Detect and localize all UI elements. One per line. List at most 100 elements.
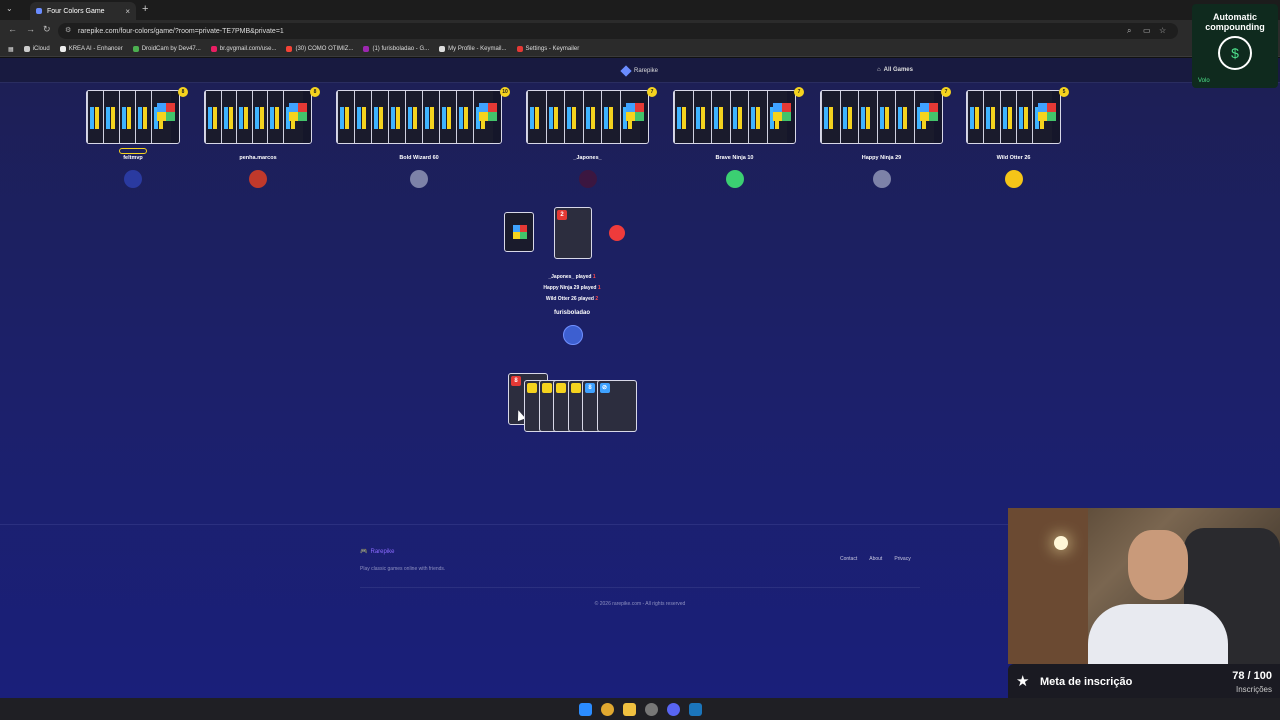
opponent-hand bbox=[820, 90, 943, 144]
wild-card-icon bbox=[479, 103, 497, 121]
url-text: rarepike.com/four-colors/game/?room=priv… bbox=[78, 27, 284, 35]
site-navbar: Rarepike ⌂ All Games bbox=[0, 58, 1280, 83]
footer-link-contact[interactable]: Contact bbox=[840, 556, 857, 562]
card-corner bbox=[556, 383, 566, 393]
card-corner bbox=[541, 383, 552, 393]
bookmark-icon bbox=[210, 46, 217, 52]
card-corner: 8 bbox=[511, 376, 521, 386]
draw-pile[interactable] bbox=[504, 212, 534, 252]
reload-icon[interactable]: ↻ bbox=[43, 24, 51, 35]
hand-card[interactable]: ⊘ bbox=[596, 380, 637, 432]
zoom-icon[interactable]: ⌕ bbox=[1127, 26, 1131, 36]
chrome-icon[interactable] bbox=[600, 702, 614, 716]
wild-card-icon bbox=[289, 103, 307, 121]
my-hand: 8 8 ⊘ bbox=[508, 372, 637, 432]
opponent-avatar bbox=[578, 170, 597, 188]
opponent-name: Happy Ninja 29 bbox=[861, 155, 902, 161]
log-entry: _Japones_ played 1 bbox=[548, 274, 596, 280]
bookmark-item[interactable]: Settings - Keymailer bbox=[516, 46, 579, 52]
start-icon[interactable] bbox=[578, 702, 592, 716]
opponent-hand bbox=[966, 90, 1061, 144]
new-tab-icon[interactable]: + bbox=[142, 3, 148, 15]
goal-count: 78 / 100 bbox=[1232, 670, 1272, 682]
discard-card-value: 2 bbox=[557, 210, 567, 220]
bookmark-item[interactable]: (30) COMO OTIMIZ... bbox=[286, 46, 353, 52]
bookmark-item[interactable]: (1) furisboladao - G... bbox=[363, 46, 429, 52]
overlay-title-line2: compounding bbox=[1205, 22, 1265, 32]
settings-icon[interactable] bbox=[644, 702, 658, 716]
wild-card-icon bbox=[773, 103, 791, 121]
overlay-title-line1: Automatic bbox=[1212, 12, 1257, 22]
opponent-hand bbox=[526, 90, 649, 144]
card-count-badge: 5 bbox=[1059, 87, 1069, 97]
wild-card-icon bbox=[920, 103, 938, 121]
log-entry: Happy Ninja 29 played 1 bbox=[543, 285, 601, 291]
browser-tab-strip: ⌄ Four Colors Game × + bbox=[0, 0, 1280, 20]
card-back bbox=[564, 91, 585, 143]
site-info-icon[interactable]: ⚙ bbox=[65, 26, 71, 34]
footer-brand-link[interactable]: 🎮 Rarepike bbox=[360, 548, 395, 556]
footer-divider bbox=[360, 587, 920, 588]
play-log: _Japones_ played 1 Happy Ninja 29 played… bbox=[520, 272, 624, 305]
opponent-name: Brave Ninja 10 bbox=[715, 155, 754, 161]
current-color-indicator bbox=[609, 225, 625, 241]
tab-favicon-icon bbox=[36, 8, 42, 14]
card-back bbox=[839, 91, 860, 143]
opponent-hand bbox=[86, 90, 180, 144]
steam-icon[interactable] bbox=[688, 702, 702, 716]
bookmark-icon bbox=[286, 46, 293, 52]
footer-link-privacy[interactable]: Privacy bbox=[894, 556, 910, 562]
compounding-overlay: Automatic compounding $ Volo bbox=[1192, 4, 1278, 88]
bookmark-icon bbox=[439, 46, 446, 52]
taskbar bbox=[0, 698, 1280, 720]
home-icon: ⌂ bbox=[877, 67, 881, 73]
forward-icon[interactable]: → bbox=[26, 24, 35, 34]
current-player-name: furisboladao bbox=[553, 310, 590, 316]
footer-link-about[interactable]: About bbox=[869, 556, 882, 562]
opponent-name: Wild Otter 26 bbox=[996, 155, 1031, 161]
webcam-person bbox=[1128, 530, 1188, 600]
apps-icon[interactable]: ▦ bbox=[8, 46, 14, 53]
bookmark-icon bbox=[363, 46, 370, 52]
tab-search-icon[interactable]: ⌄ bbox=[6, 4, 13, 13]
browser-tab[interactable]: Four Colors Game × bbox=[30, 2, 136, 20]
opponent-hand bbox=[204, 90, 312, 144]
subscription-goal: ★ Meta de inscrição 78 / 100 Inscrições bbox=[1008, 664, 1280, 700]
bookmark-item[interactable]: My Profile - Keymail... bbox=[439, 46, 507, 52]
opponent-avatar bbox=[872, 170, 891, 188]
wild-card-icon bbox=[513, 225, 527, 239]
money-icon: $ bbox=[1218, 36, 1252, 70]
webcam-feed bbox=[1008, 508, 1280, 664]
bookmark-icon bbox=[59, 46, 66, 52]
tab-title: Four Colors Game bbox=[47, 7, 105, 15]
card-back bbox=[858, 91, 879, 143]
opponent-name: Bold Wizard 60 bbox=[399, 155, 439, 161]
bookmark-item[interactable]: br.gvgmail.com/use... bbox=[210, 46, 276, 52]
url-field[interactable]: ⚙ rarepike.com/four-colors/game/?room=pr… bbox=[58, 23, 1178, 39]
all-games-link[interactable]: ⌂ All Games bbox=[877, 67, 913, 73]
log-entry: Wild Otter 26 played 2 bbox=[545, 296, 599, 302]
card-count-badge: 8 bbox=[178, 87, 188, 97]
bookmark-icon bbox=[132, 46, 139, 52]
opponent-name: _Japones_ bbox=[573, 155, 602, 161]
card-back bbox=[895, 91, 916, 143]
site-brand-link[interactable]: Rarepike bbox=[620, 65, 658, 77]
bookmark-star-icon[interactable]: ☆ bbox=[1159, 26, 1166, 35]
opponent-avatar bbox=[410, 170, 428, 188]
bookmark-item[interactable]: KREA AI - Enhancer bbox=[59, 46, 123, 52]
cast-icon[interactable]: ▭ bbox=[1143, 26, 1151, 35]
bookmark-item[interactable]: iCloud bbox=[23, 46, 50, 52]
discord-icon[interactable] bbox=[666, 702, 680, 716]
opponent-avatar bbox=[124, 170, 142, 188]
discard-pile: 2 bbox=[554, 207, 592, 259]
bookmark-item[interactable]: DroidCam by Dev47... bbox=[132, 46, 201, 52]
bookmarks-bar: ▦ iCloud KREA AI - Enhancer DroidCam by … bbox=[0, 42, 1280, 57]
card-back bbox=[545, 91, 566, 143]
opponent-name: feltmvp bbox=[123, 155, 143, 161]
tab-close-icon[interactable]: × bbox=[125, 7, 130, 16]
file-explorer-icon[interactable] bbox=[622, 702, 636, 716]
card-back bbox=[601, 91, 622, 143]
webcam-background bbox=[1008, 508, 1088, 664]
back-icon[interactable]: ← bbox=[8, 24, 17, 34]
card-corner: ⊘ bbox=[599, 383, 610, 393]
